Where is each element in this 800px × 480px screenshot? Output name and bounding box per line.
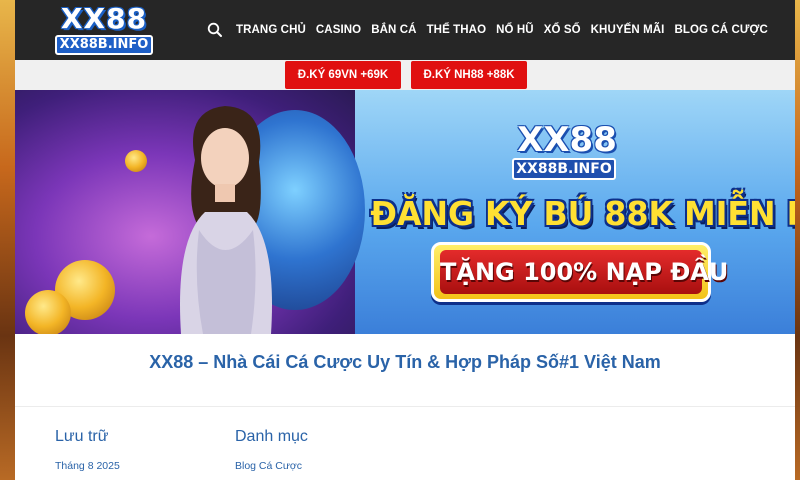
- nav-item-home[interactable]: TRANG CHỦ: [231, 24, 311, 36]
- category-link[interactable]: Blog Cá Cược: [235, 460, 302, 472]
- archive-widget-title: Lưu trữ: [55, 428, 109, 445]
- page: XX88 XX88B.INFO TRANG CHỦ CASINO BẮN CÁ …: [15, 0, 795, 480]
- banner-offer-badge: TẶNG 100% NẠP ĐẦU: [431, 242, 728, 302]
- search-icon[interactable]: [207, 22, 223, 38]
- coin-icon: [125, 150, 147, 172]
- nav-item-no-hu[interactable]: NỔ HŨ: [491, 24, 539, 36]
- section-divider: [15, 406, 795, 407]
- banner-logo-domain: XX88B.INFO: [512, 158, 616, 180]
- nav-item-the-thao[interactable]: THỂ THAO: [422, 24, 492, 36]
- nav-item-khuyen-mai[interactable]: KHUYẾN MÃI: [586, 24, 670, 36]
- register-69vn-button[interactable]: Đ.KÝ 69VN +69K: [285, 61, 401, 89]
- promo-banner[interactable]: XX88 XX88B.INFO ĐĂNG KÝ BÚ 88K MIỄN PHÍ …: [15, 90, 795, 334]
- register-nh88-button[interactable]: Đ.KÝ NH88 +88K: [411, 61, 527, 89]
- banner-offer-text: TẶNG 100% NẠP ĐẦU: [440, 250, 728, 294]
- banner-logo-wordmark: XX88: [517, 120, 617, 160]
- logo-domain: XX88B.INFO: [55, 35, 153, 55]
- model-image: [180, 106, 272, 334]
- register-bar: Đ.KÝ 69VN +69K Đ.KÝ NH88 +88K: [15, 60, 795, 90]
- site-logo[interactable]: XX88 XX88B.INFO: [55, 4, 153, 56]
- banner-headline: ĐĂNG KÝ BÚ 88K MIỄN PHÍ: [370, 194, 795, 233]
- nav-item-ban-ca[interactable]: BẮN CÁ: [366, 24, 421, 36]
- logo-wordmark: XX88: [60, 2, 148, 35]
- nav-item-xo-so[interactable]: XỔ SỐ: [539, 24, 586, 36]
- nav-item-blog[interactable]: BLOG CÁ CƯỢC: [669, 24, 772, 36]
- main-nav: TRANG CHỦ CASINO BẮN CÁ THỂ THAO NỔ HŨ X…: [207, 0, 773, 60]
- site-header: XX88 XX88B.INFO TRANG CHỦ CASINO BẮN CÁ …: [15, 0, 795, 60]
- nav-item-casino[interactable]: CASINO: [311, 24, 366, 36]
- categories-widget-title: Danh mục: [235, 428, 308, 445]
- archive-link[interactable]: Tháng 8 2025: [55, 460, 120, 472]
- page-title: XX88 – Nhà Cái Cá Cược Uy Tín & Hợp Pháp…: [149, 352, 661, 372]
- coin-icon: [25, 290, 71, 334]
